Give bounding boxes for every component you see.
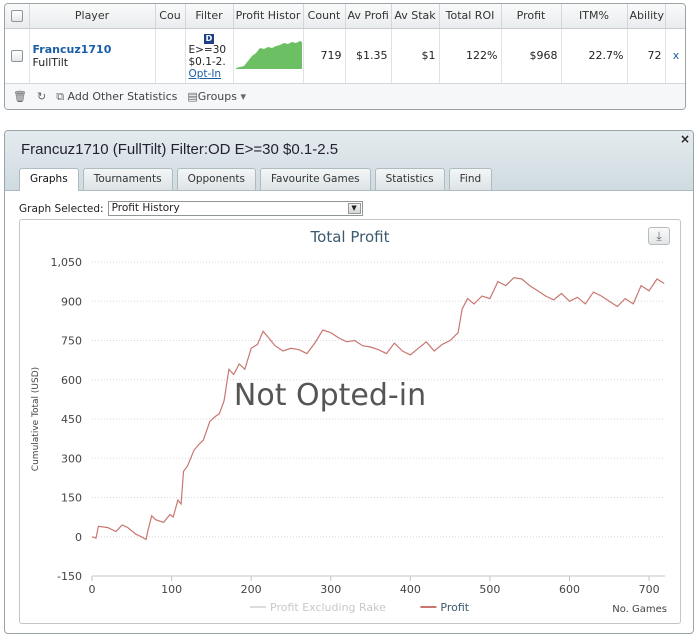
x-axis-label: No. Games bbox=[612, 604, 667, 615]
table-header-row: Player Cou Filter Profit Histor Count Av… bbox=[5, 4, 685, 29]
tab-graphs[interactable]: Graphs bbox=[19, 168, 79, 191]
x-tick-label: 300 bbox=[320, 583, 341, 596]
tab-opponents[interactable]: Opponents bbox=[176, 168, 256, 190]
row-checkbox-cell[interactable] bbox=[5, 28, 30, 84]
chevron-down-icon: ▾ bbox=[240, 90, 247, 103]
ability-cell: 72 bbox=[627, 28, 666, 84]
total-roi-cell: 122% bbox=[439, 28, 502, 84]
column-header-player[interactable]: Player bbox=[29, 4, 156, 29]
chart-title: Total Profit bbox=[310, 228, 390, 246]
av-profit-cell: $1.35 bbox=[345, 28, 392, 84]
add-stats-label: Add Other Statistics bbox=[67, 89, 178, 103]
refresh-icon[interactable]: ↻ bbox=[37, 90, 46, 103]
sparkline-area bbox=[235, 41, 302, 69]
y-tick-label: -150 bbox=[57, 570, 82, 583]
column-header-count[interactable]: Count bbox=[303, 4, 346, 29]
x-tick-label: 0 bbox=[89, 583, 96, 596]
graph-selector-row: Graph Selected: Profit History ▼ bbox=[19, 201, 363, 216]
tab-statistics[interactable]: Statistics bbox=[374, 168, 445, 190]
player-cell: Francuz1710 FullTilt bbox=[29, 28, 156, 84]
column-header-profit[interactable]: Profit bbox=[501, 4, 562, 29]
count-cell: 719 bbox=[303, 28, 346, 84]
profit-history-sparkline-cell[interactable] bbox=[233, 28, 304, 84]
groups-icon: ▤ bbox=[187, 90, 198, 103]
select-all-checkbox[interactable] bbox=[10, 10, 23, 23]
column-header-filter[interactable]: Filter bbox=[185, 4, 234, 29]
profit-cell: $968 bbox=[501, 28, 562, 84]
remove-row-button[interactable]: x bbox=[673, 49, 680, 62]
y-tick-label: 600 bbox=[61, 374, 82, 387]
stats-table-panel: Player Cou Filter Profit Histor Count Av… bbox=[4, 3, 686, 110]
add-stats-icon: ⧉ bbox=[56, 89, 65, 103]
x-tick-label: 200 bbox=[241, 583, 262, 596]
profit-history-sparkline[interactable] bbox=[235, 39, 302, 69]
country-cell bbox=[155, 28, 186, 84]
not-opted-in-overlay: Not Opted-in bbox=[234, 378, 426, 413]
column-header-itm[interactable]: ITM% bbox=[561, 4, 628, 29]
y-tick-label: 150 bbox=[61, 492, 82, 505]
column-header-av-profit[interactable]: Av Profi bbox=[345, 4, 392, 29]
stats-table: Player Cou Filter Profit Histor Count Av… bbox=[5, 4, 685, 84]
table-row: Francuz1710 FullTilt D E>=30 $0.1-2. Opt… bbox=[5, 28, 685, 84]
x-tick-label: 400 bbox=[400, 583, 421, 596]
panel-title: Francuz1710 (FullTilt) Filter:OD E>=30 $… bbox=[21, 141, 339, 158]
player-site: FullTilt bbox=[32, 55, 69, 69]
trash-icon[interactable]: 🗑 bbox=[13, 90, 27, 103]
y-tick-label: 450 bbox=[61, 413, 82, 426]
y-tick-label: 300 bbox=[61, 452, 82, 465]
profit-chart: Total Profit -150 0 150 300 450 600 750 900 1,050… bbox=[31, 228, 667, 615]
filter-cell: D E>=30 $0.1-2. Opt-In bbox=[185, 28, 234, 84]
filter-line-2: $0.1-2. bbox=[188, 55, 226, 68]
column-header-country[interactable]: Cou bbox=[155, 4, 186, 29]
tab-tournaments[interactable]: Tournaments bbox=[82, 168, 173, 190]
opt-in-link[interactable]: Opt-In bbox=[189, 68, 230, 80]
stats-footer-toolbar: 🗑 ↻ ⧉ Add Other Statistics ▤Groups ▾ bbox=[5, 83, 685, 109]
groups-dropdown[interactable]: ▤Groups ▾ bbox=[187, 90, 246, 103]
tab-favourite-games[interactable]: Favourite Games bbox=[259, 168, 371, 190]
x-tick-label: 100 bbox=[161, 583, 182, 596]
select-all-header[interactable] bbox=[5, 4, 30, 29]
y-tick-label: 900 bbox=[61, 295, 82, 308]
legend-item-label: Profit Excluding Rake bbox=[270, 601, 386, 614]
y-axis-label: Cumulative Total (USD) bbox=[31, 367, 41, 471]
panel-header: Francuz1710 (FullTilt) Filter:OD E>=30 $… bbox=[5, 131, 693, 191]
row-checkbox[interactable] bbox=[10, 50, 23, 62]
download-icon[interactable]: ⤓ bbox=[648, 227, 670, 245]
graph-selected-label: Graph Selected: bbox=[19, 202, 104, 215]
panel-tabs: Graphs Tournaments Opponents Favourite G… bbox=[19, 168, 493, 191]
filter-line-1: E>=30 bbox=[188, 43, 227, 56]
graph-select-value: Profit History bbox=[111, 202, 180, 214]
x-tick-label: 700 bbox=[639, 583, 660, 596]
x-tick-label: 500 bbox=[479, 583, 500, 596]
column-header-profit-history[interactable]: Profit Histor bbox=[233, 4, 304, 29]
filter-badge-icon: D bbox=[204, 33, 214, 44]
column-header-total-roi[interactable]: Total ROI bbox=[439, 4, 502, 29]
column-header-ability[interactable]: Ability bbox=[627, 4, 666, 29]
add-stats-button[interactable]: ⧉ Add Other Statistics bbox=[56, 90, 177, 104]
y-tick-label: 0 bbox=[75, 531, 82, 544]
av-stake-cell: $1 bbox=[391, 28, 440, 84]
column-header-av-stake[interactable]: Av Stak bbox=[391, 4, 440, 29]
y-tick-label: 1,050 bbox=[51, 256, 83, 269]
chart-container: ⤓ Total Profit -150 0 150 300 450 600 750 900 1,0… bbox=[19, 219, 681, 624]
x-tick-label: 600 bbox=[559, 583, 580, 596]
close-icon[interactable]: × bbox=[680, 132, 690, 146]
graph-panel: Francuz1710 (FullTilt) Filter:OD E>=30 $… bbox=[4, 130, 694, 634]
tab-find[interactable]: Find bbox=[448, 168, 493, 190]
y-tick-label: 750 bbox=[61, 335, 82, 348]
graph-select-dropdown[interactable]: Profit History ▼ bbox=[107, 201, 363, 216]
dropdown-arrow-icon[interactable]: ▼ bbox=[347, 203, 361, 214]
column-header-blank bbox=[665, 4, 685, 29]
legend-item-label: Profit bbox=[440, 601, 469, 614]
groups-label: Groups bbox=[197, 90, 237, 103]
player-name-link[interactable]: Francuz1710 bbox=[33, 43, 152, 56]
itm-cell: 22.7% bbox=[561, 28, 628, 84]
